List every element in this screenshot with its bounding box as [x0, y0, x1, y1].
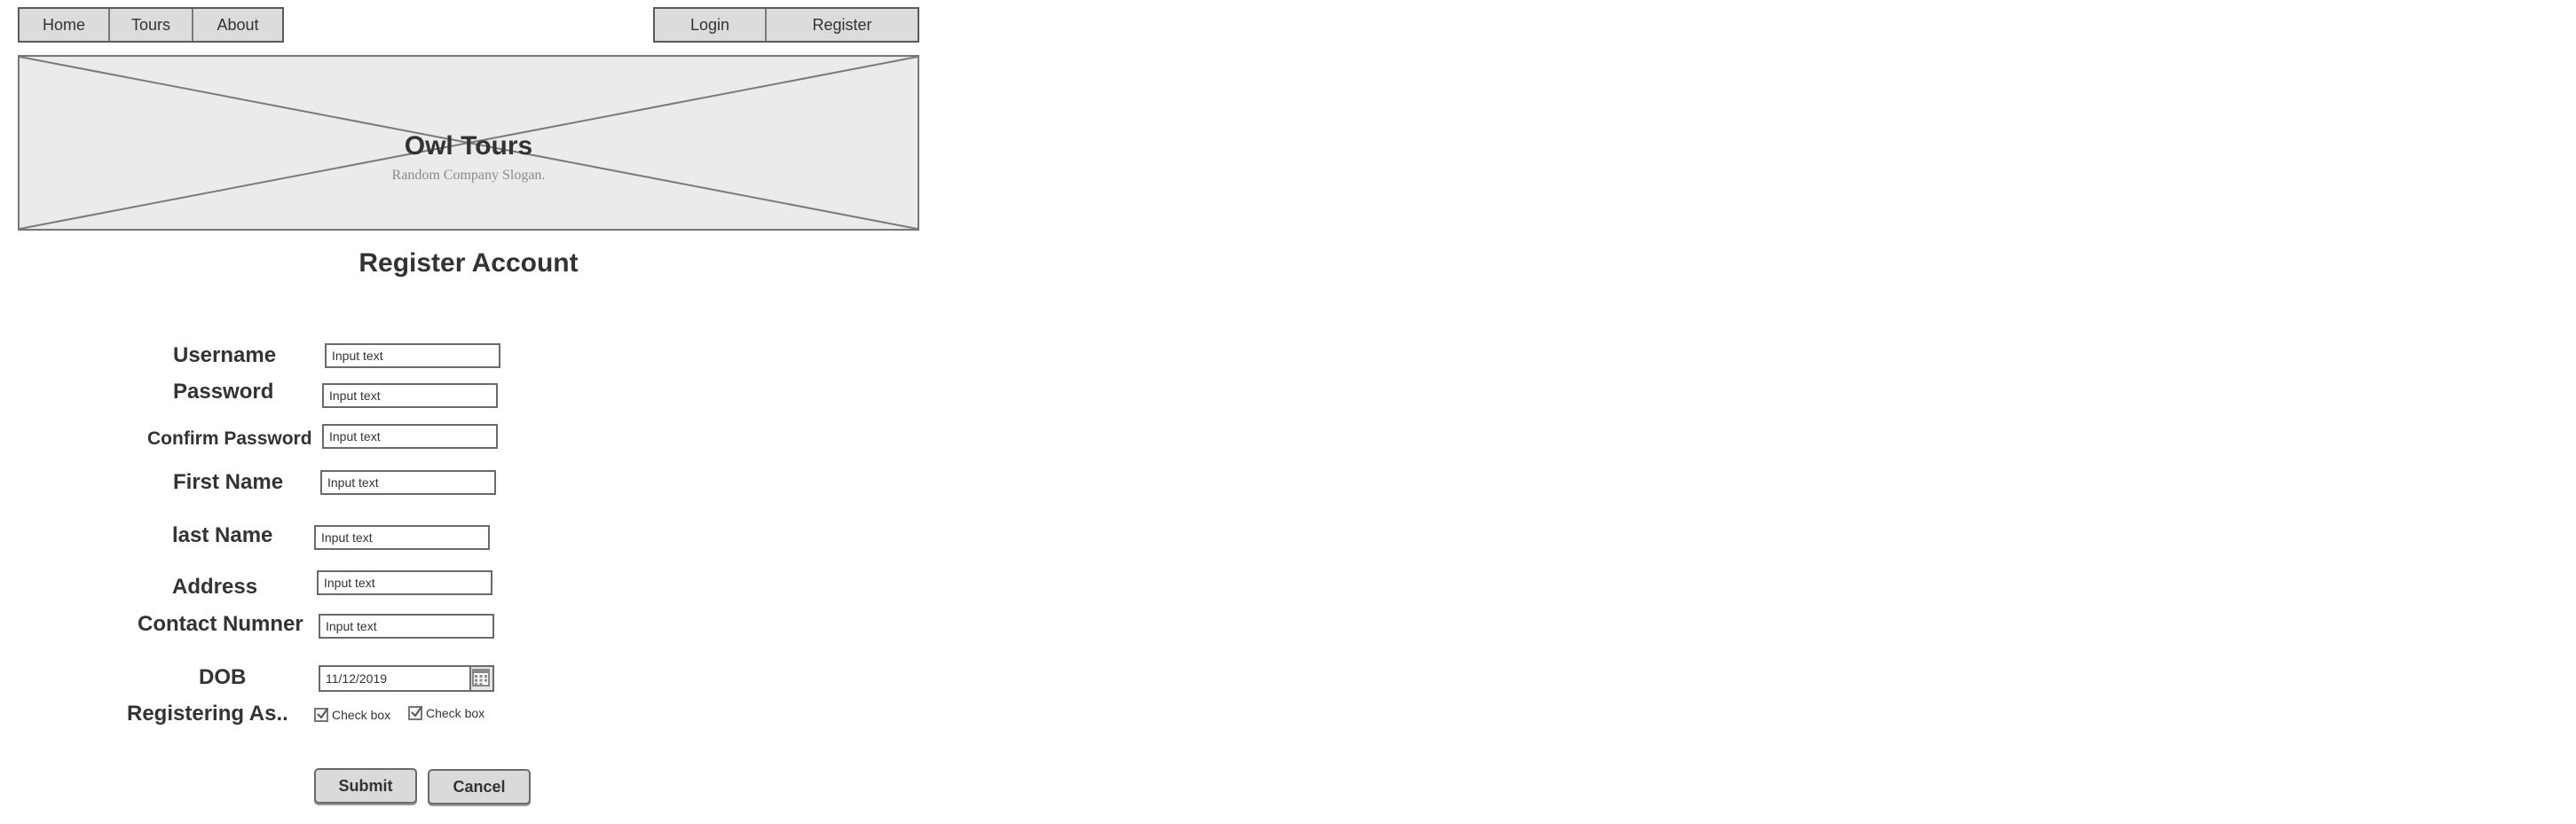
last-name-label: last Name	[172, 523, 273, 547]
dob-date-picker[interactable]: 11/12/2019	[319, 665, 494, 692]
registering-as-label: Registering As..	[127, 702, 288, 726]
registering-checkbox-2[interactable]: Check box	[408, 706, 484, 720]
contact-number-input[interactable]	[319, 614, 494, 639]
registering-checkbox-1-label: Check box	[332, 708, 391, 722]
first-name-input[interactable]	[320, 470, 496, 495]
page-title: Register Account	[358, 248, 579, 278]
confirm-password-input[interactable]	[322, 424, 498, 449]
username-input[interactable]	[325, 343, 500, 368]
checkbox-checked-icon[interactable]	[408, 706, 422, 720]
dob-value: 11/12/2019	[326, 671, 388, 686]
submit-button[interactable]: Submit	[314, 768, 417, 804]
nav-register-button[interactable]: Register	[767, 9, 918, 41]
nav-home-button[interactable]: Home	[20, 9, 110, 41]
dob-label: DOB	[199, 665, 247, 689]
banner-title: Owl Tours	[404, 131, 533, 161]
banner-slogan: Random Company Slogan.	[391, 168, 546, 183]
contact-number-label: Contact Numner	[138, 612, 303, 636]
banner-image-placeholder: Owl Tours Random Company Slogan.	[18, 55, 919, 231]
checkbox-checked-icon[interactable]	[314, 708, 328, 722]
calendar-icon[interactable]	[469, 667, 492, 690]
nav-about-button[interactable]: About	[193, 9, 282, 41]
password-label: Password	[173, 380, 274, 404]
registering-checkbox-1[interactable]: Check box	[314, 708, 390, 722]
address-label: Address	[172, 575, 258, 599]
confirm-password-label: Confirm Password	[147, 428, 312, 449]
first-name-label: First Name	[173, 470, 284, 494]
cancel-button[interactable]: Cancel	[428, 769, 531, 804]
password-input[interactable]	[322, 383, 498, 408]
account-nav: Login Register	[653, 7, 919, 43]
registering-checkbox-2-label: Check box	[426, 706, 485, 720]
last-name-input[interactable]	[314, 525, 490, 550]
address-input[interactable]	[317, 570, 492, 595]
username-label: Username	[173, 343, 277, 367]
nav-tours-button[interactable]: Tours	[110, 9, 193, 41]
main-nav: Home Tours About	[18, 7, 284, 43]
nav-login-button[interactable]: Login	[655, 9, 767, 41]
